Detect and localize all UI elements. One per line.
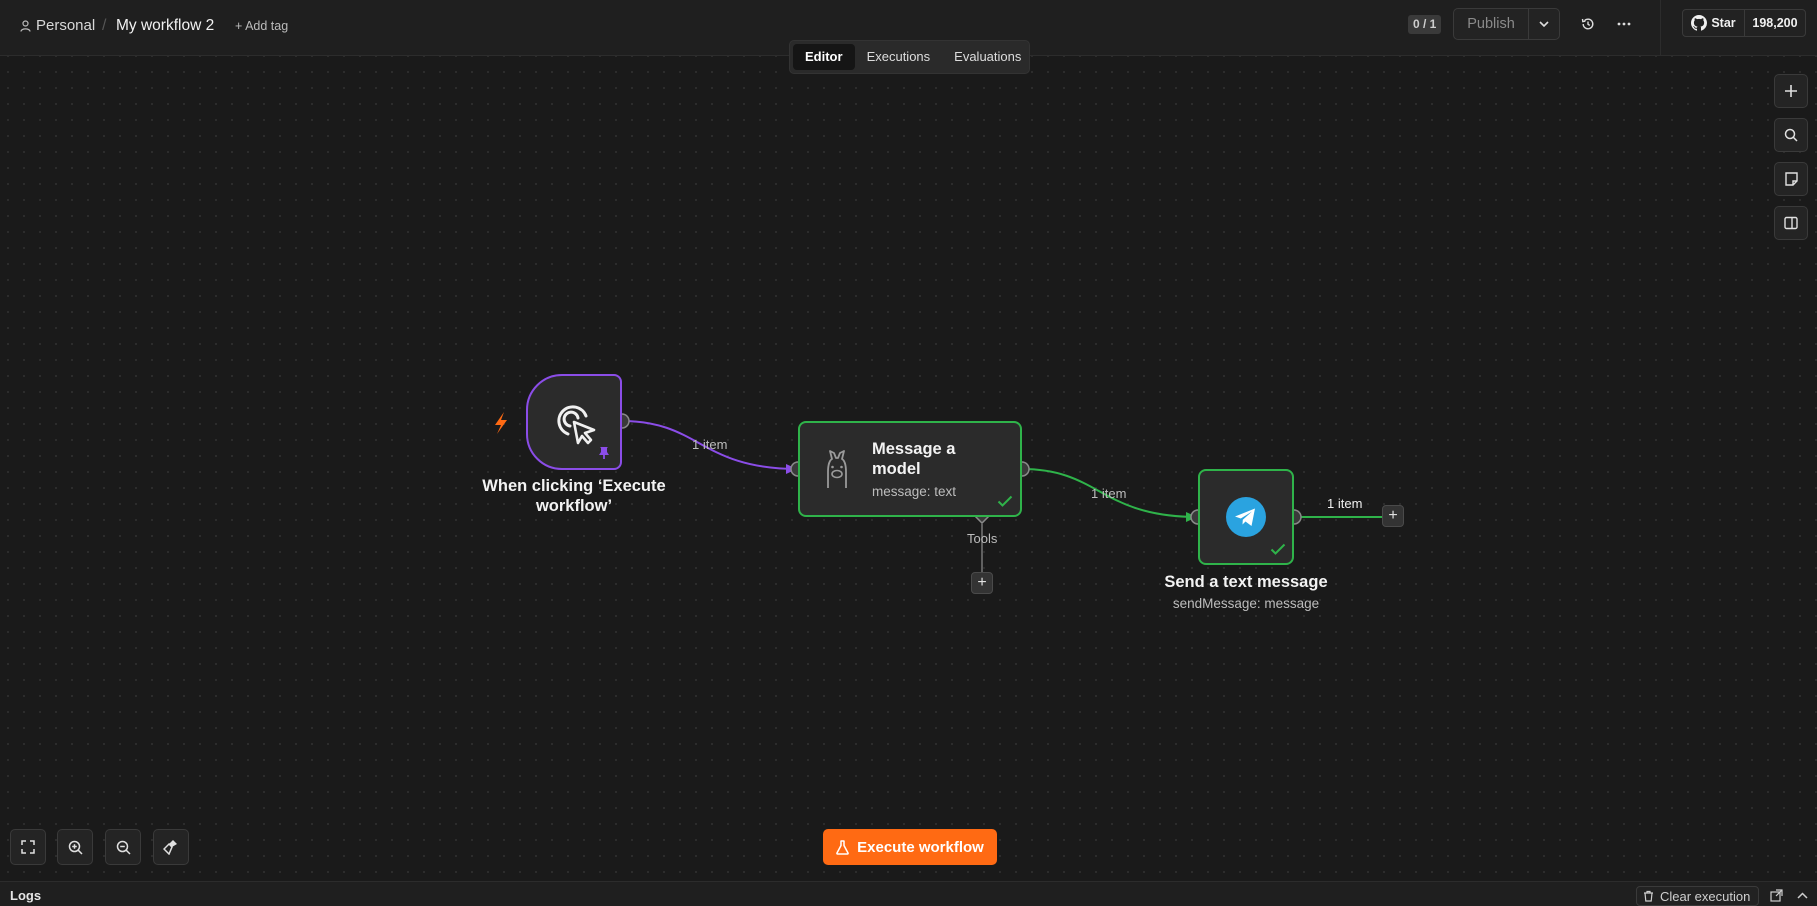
zoom-in-icon [68, 840, 83, 855]
node-trigger-title: When clicking ‘Execute workflow’ [482, 477, 666, 515]
pop-out-icon [1769, 888, 1783, 902]
expand-logs-button[interactable] [1794, 887, 1810, 903]
node-manual-trigger[interactable] [526, 374, 622, 470]
chevron-up-icon [1796, 891, 1808, 899]
connection-label-model-telegram: 1 item [1091, 486, 1127, 501]
logs-panel-bar[interactable]: Logs Clear execution [0, 881, 1817, 906]
cursor-click-icon [557, 405, 596, 445]
lightning-icon [495, 412, 507, 434]
pop-out-logs-button[interactable] [1768, 887, 1784, 903]
node-telegram-subtitle: sendMessage: message [1172, 596, 1320, 611]
add-next-node-button[interactable]: + [1382, 505, 1404, 527]
node-model-title: Message a model [872, 440, 956, 478]
telegram-icon [1226, 497, 1266, 537]
node-model-subtitle: message: text [872, 484, 957, 499]
node-telegram-send[interactable] [1198, 469, 1294, 565]
execute-workflow-button[interactable]: Execute workflow [823, 829, 997, 865]
logs-title: Logs [10, 888, 42, 903]
flask-icon [836, 839, 849, 855]
tidy-up-button[interactable] [153, 829, 189, 865]
success-check-icon [997, 495, 1013, 507]
zoom-in-button[interactable] [57, 829, 93, 865]
broom-icon [163, 840, 177, 855]
trash-icon [1644, 890, 1653, 902]
clear-execution-button[interactable]: Clear execution [1636, 886, 1760, 906]
ollama-llama-icon [827, 450, 847, 488]
clear-execution-label: Clear execution [1660, 888, 1751, 904]
node-message-model[interactable]: Message a model message: text [798, 421, 1022, 517]
success-check-icon [1270, 543, 1286, 555]
connection-label-telegram-output: 1 item [1327, 496, 1363, 511]
fit-view-button[interactable] [10, 829, 46, 865]
execute-workflow-label: Execute workflow [857, 838, 984, 856]
connection-label-trigger-model: 1 item [692, 437, 728, 452]
node-model-text: Message a model message: text [872, 439, 982, 499]
add-tool-button[interactable]: + [971, 572, 993, 594]
zoom-out-button[interactable] [105, 829, 141, 865]
node-telegram-title: Send a text message [1164, 573, 1328, 591]
tools-label: Tools [967, 531, 998, 546]
zoom-out-icon [116, 840, 131, 855]
fit-screen-icon [21, 840, 35, 854]
pin-icon [599, 447, 609, 459]
